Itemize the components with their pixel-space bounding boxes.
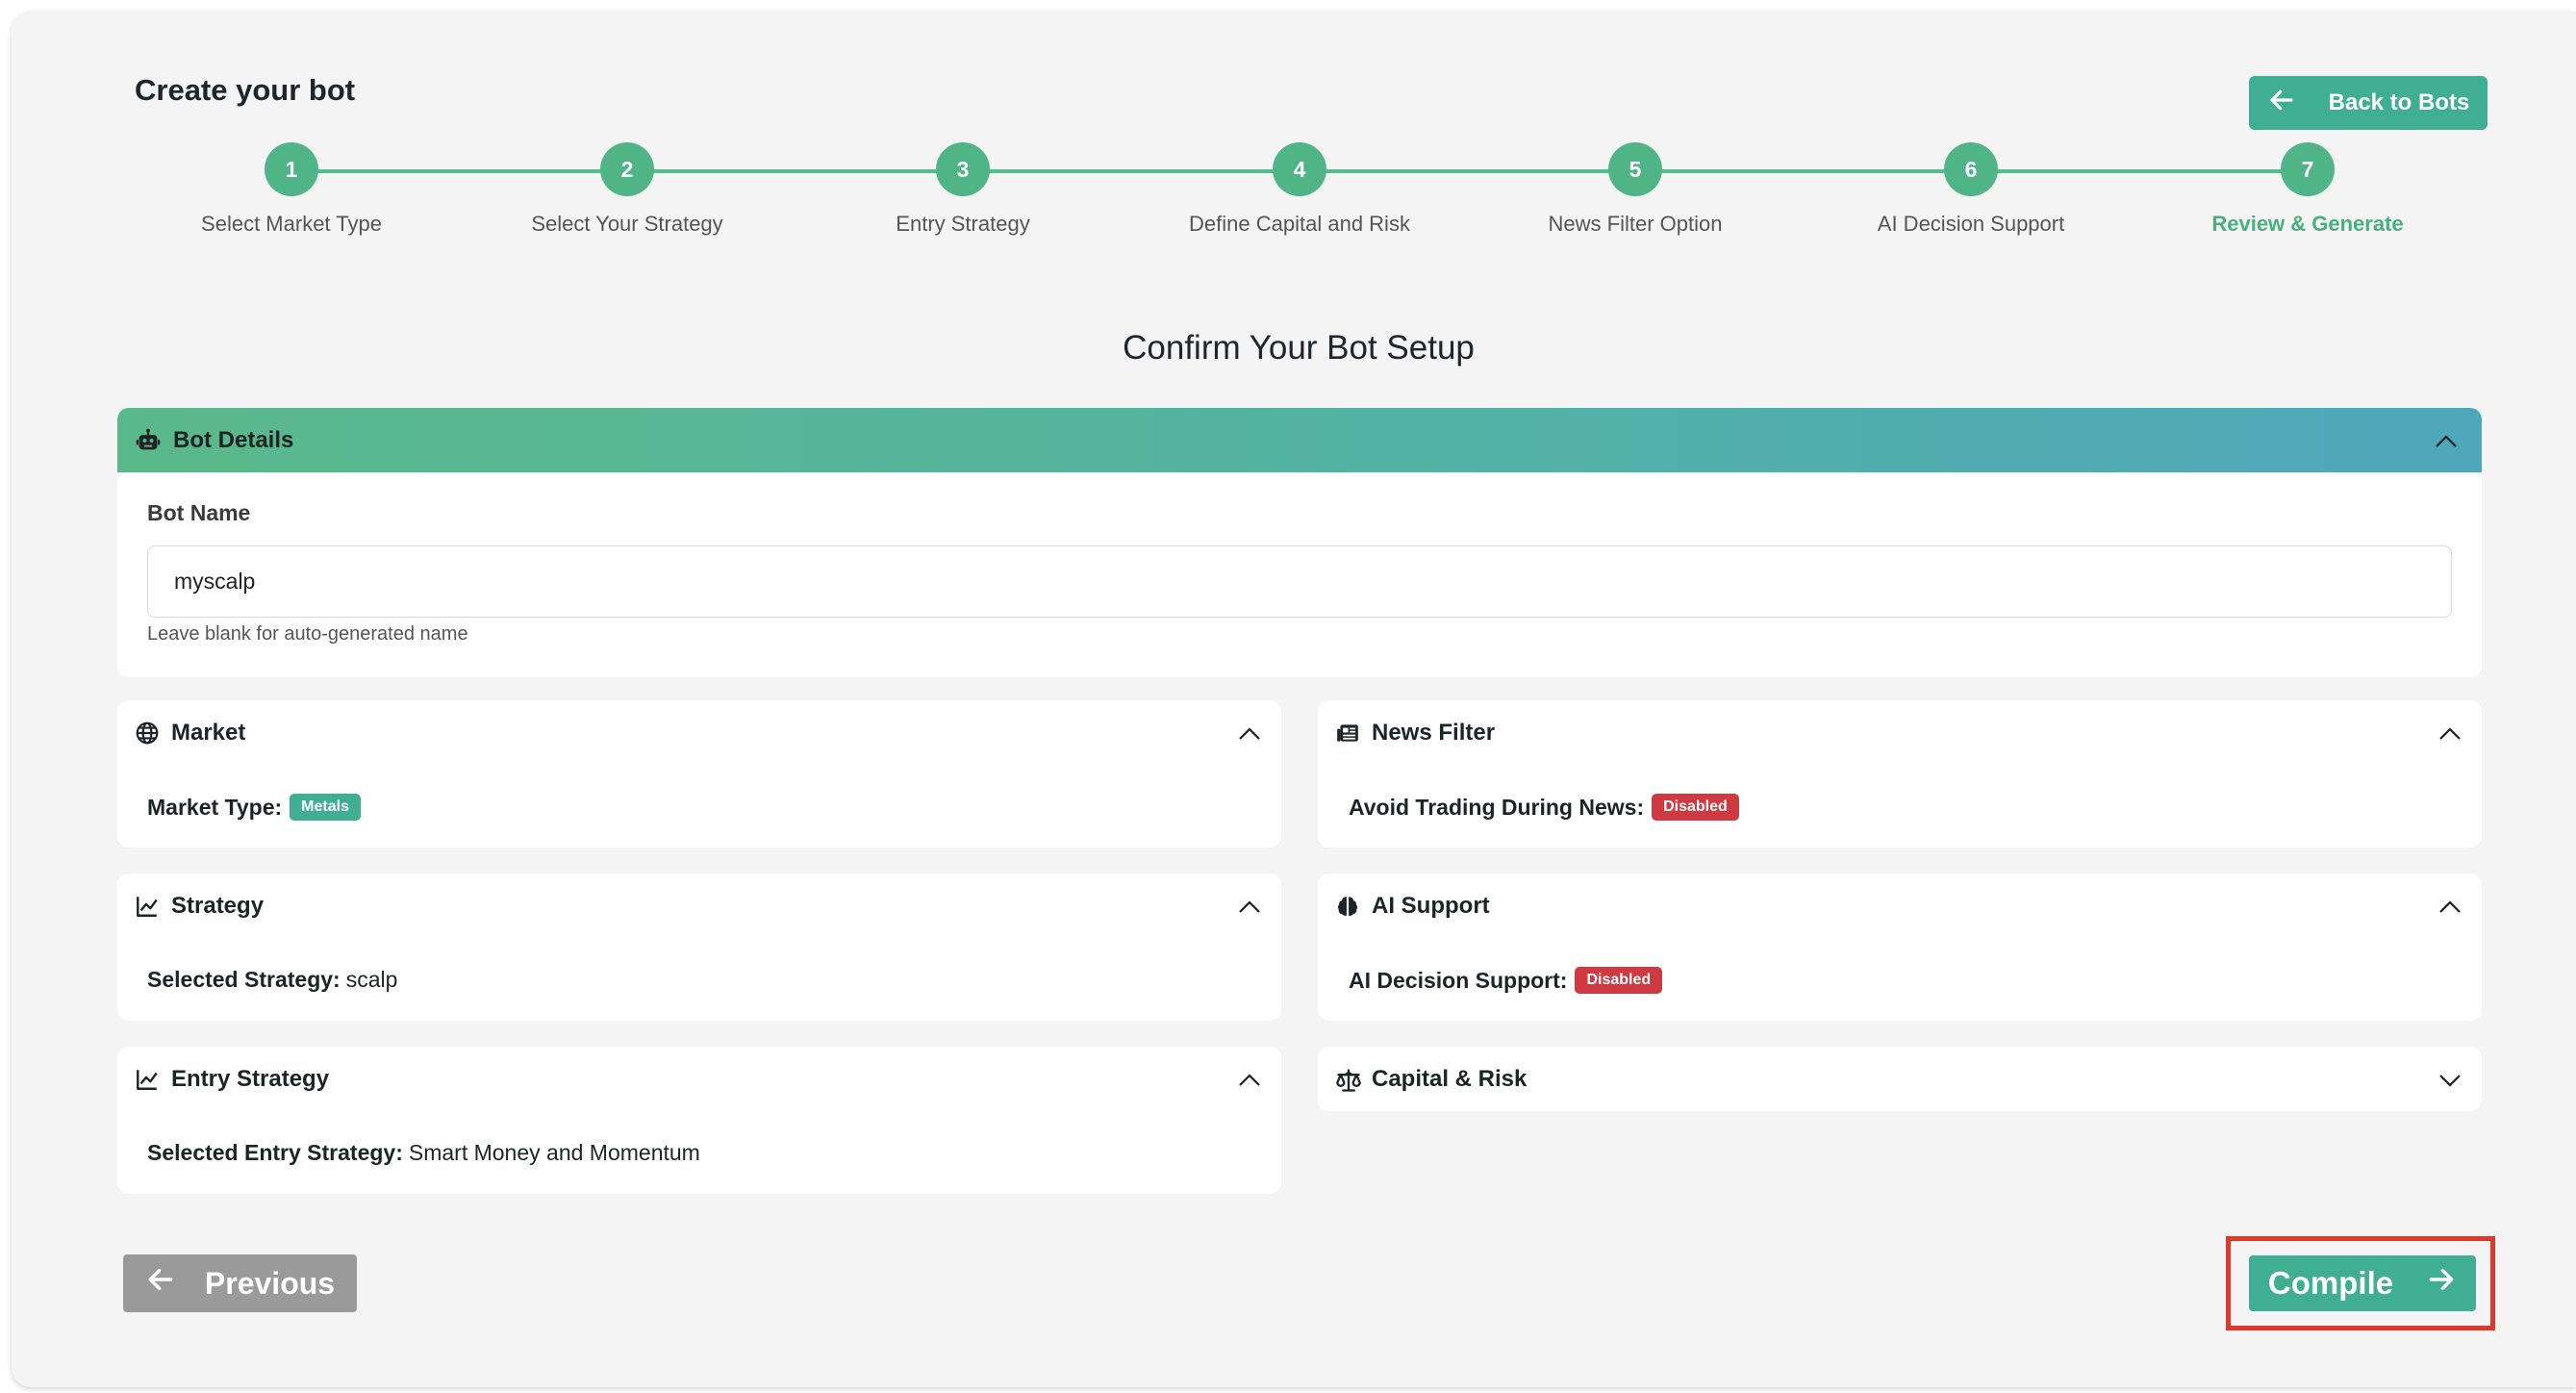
arrow-right-icon bbox=[2426, 1264, 2457, 1303]
strategy-card-body: Selected Strategy: scalp bbox=[147, 967, 397, 993]
bot-name-help: Leave blank for auto-generated name bbox=[147, 623, 468, 645]
step-1[interactable]: 1 Select Market Type bbox=[147, 142, 436, 237]
strategy-card-header[interactable]: Strategy bbox=[135, 874, 264, 938]
step-number: 1 bbox=[265, 142, 318, 196]
step-label: Review & Generate bbox=[2211, 212, 2404, 236]
step-number: 5 bbox=[1608, 142, 1662, 196]
back-to-bots-label: Back to Bots bbox=[2328, 89, 2470, 115]
market-type-badge: Metals bbox=[290, 794, 361, 821]
step-label: News Filter Option bbox=[1548, 212, 1723, 236]
arrow-left-icon bbox=[2267, 86, 2296, 121]
chevron-up-icon[interactable] bbox=[1235, 720, 1264, 748]
compile-label: Compile bbox=[2267, 1265, 2394, 1301]
ai-support-status-badge: Disabled bbox=[1575, 967, 1663, 994]
section-title: Confirm Your Bot Setup bbox=[1123, 329, 1475, 367]
chevron-up-icon[interactable] bbox=[2432, 427, 2461, 456]
ai-support-card-body: AI Decision Support: Disabled bbox=[1349, 967, 1663, 994]
chart-line-icon bbox=[135, 894, 160, 919]
bot-name-label: Bot Name bbox=[147, 500, 251, 525]
step-label: Entry Strategy bbox=[896, 212, 1030, 236]
bot-details-panel: Bot Details Bot Name Leave blank for aut… bbox=[117, 408, 2482, 677]
step-5[interactable]: 5 News Filter Option bbox=[1491, 142, 1780, 237]
strategy-card: Strategy Selected Strategy: scalp bbox=[117, 874, 1281, 1021]
newspaper-icon bbox=[1335, 721, 1360, 746]
market-card-header[interactable]: Market bbox=[135, 700, 245, 765]
capital-risk-card-title: Capital & Risk bbox=[1372, 1065, 1528, 1092]
news-filter-status-badge: Disabled bbox=[1652, 794, 1739, 821]
bot-details-header[interactable]: Bot Details bbox=[117, 408, 2482, 472]
selected-strategy-label: Selected Strategy: bbox=[147, 967, 341, 992]
step-6[interactable]: 6 AI Decision Support bbox=[1827, 142, 2115, 237]
stepper: 1 Select Market Type 2 Select Your Strat… bbox=[0, 142, 2576, 248]
entry-strategy-card: Entry Strategy Selected Entry Strategy: … bbox=[117, 1047, 1281, 1194]
globe-icon bbox=[135, 721, 160, 746]
scale-icon bbox=[1335, 1067, 1361, 1092]
capital-risk-card: Capital & Risk bbox=[1318, 1047, 2482, 1111]
bot-details-title: Bot Details bbox=[173, 426, 294, 453]
market-card: Market Market Type: Metals bbox=[117, 700, 1281, 848]
capital-risk-card-header[interactable]: Capital & Risk bbox=[1335, 1047, 1527, 1111]
compile-button[interactable]: Compile bbox=[2249, 1255, 2476, 1311]
news-filter-card-body: Avoid Trading During News: Disabled bbox=[1349, 794, 1739, 821]
chevron-up-icon[interactable] bbox=[2436, 893, 2464, 922]
step-number: 4 bbox=[1273, 142, 1326, 196]
entry-strategy-card-title: Entry Strategy bbox=[171, 1065, 330, 1092]
strategy-card-title: Strategy bbox=[171, 892, 265, 919]
step-2[interactable]: 2 Select Your Strategy bbox=[483, 142, 771, 237]
entry-strategy-card-body: Selected Entry Strategy: Smart Money and… bbox=[147, 1140, 700, 1166]
step-label: Select Market Type bbox=[201, 212, 382, 236]
chevron-up-icon[interactable] bbox=[2436, 720, 2464, 748]
news-filter-card: News Filter Avoid Trading During News: D… bbox=[1318, 700, 2482, 848]
previous-label: Previous bbox=[204, 1265, 336, 1301]
chevron-up-icon[interactable] bbox=[1235, 893, 1264, 922]
market-card-body: Market Type: Metals bbox=[147, 794, 361, 821]
bot-name-input[interactable] bbox=[147, 545, 2452, 618]
entry-strategy-card-header[interactable]: Entry Strategy bbox=[135, 1047, 329, 1111]
robot-icon bbox=[135, 427, 162, 454]
selected-entry-strategy-label: Selected Entry Strategy: bbox=[147, 1140, 403, 1165]
selected-entry-strategy-value: Smart Money and Momentum bbox=[408, 1140, 700, 1165]
ai-support-card-header[interactable]: AI Support bbox=[1335, 874, 1490, 938]
step-number: 2 bbox=[600, 142, 654, 196]
news-filter-card-title: News Filter bbox=[1372, 719, 1496, 746]
market-card-title: Market bbox=[171, 719, 246, 746]
chevron-up-icon[interactable] bbox=[1235, 1066, 1264, 1095]
news-filter-card-header[interactable]: News Filter bbox=[1335, 700, 1495, 765]
ai-support-card-title: AI Support bbox=[1372, 892, 1490, 919]
brain-icon bbox=[1335, 894, 1360, 919]
ai-support-card: AI Support AI Decision Support: Disabled bbox=[1318, 874, 2482, 1021]
avoid-news-label: Avoid Trading During News: bbox=[1349, 794, 1645, 820]
back-to-bots-button[interactable]: Back to Bots bbox=[2249, 76, 2488, 130]
arrow-left-icon bbox=[145, 1264, 176, 1303]
ai-decision-support-label: AI Decision Support: bbox=[1349, 967, 1568, 993]
market-type-label: Market Type: bbox=[147, 794, 283, 820]
chart-line-icon bbox=[135, 1067, 160, 1092]
previous-button[interactable]: Previous bbox=[123, 1254, 357, 1312]
step-label: AI Decision Support bbox=[1877, 212, 2065, 236]
chevron-down-icon[interactable] bbox=[2436, 1066, 2464, 1095]
step-label: Select Your Strategy bbox=[531, 212, 723, 236]
step-4[interactable]: 4 Define Capital and Risk bbox=[1155, 142, 1444, 237]
step-3[interactable]: 3 Entry Strategy bbox=[819, 142, 1107, 237]
selected-strategy-value: scalp bbox=[345, 967, 398, 992]
step-7[interactable]: 7 Review & Generate bbox=[2163, 142, 2452, 237]
page-title: Create your bot bbox=[135, 73, 356, 107]
step-label: Define Capital and Risk bbox=[1189, 212, 1410, 236]
step-number: 3 bbox=[936, 142, 990, 196]
step-number: 6 bbox=[1944, 142, 1998, 196]
step-number: 7 bbox=[2281, 142, 2335, 196]
